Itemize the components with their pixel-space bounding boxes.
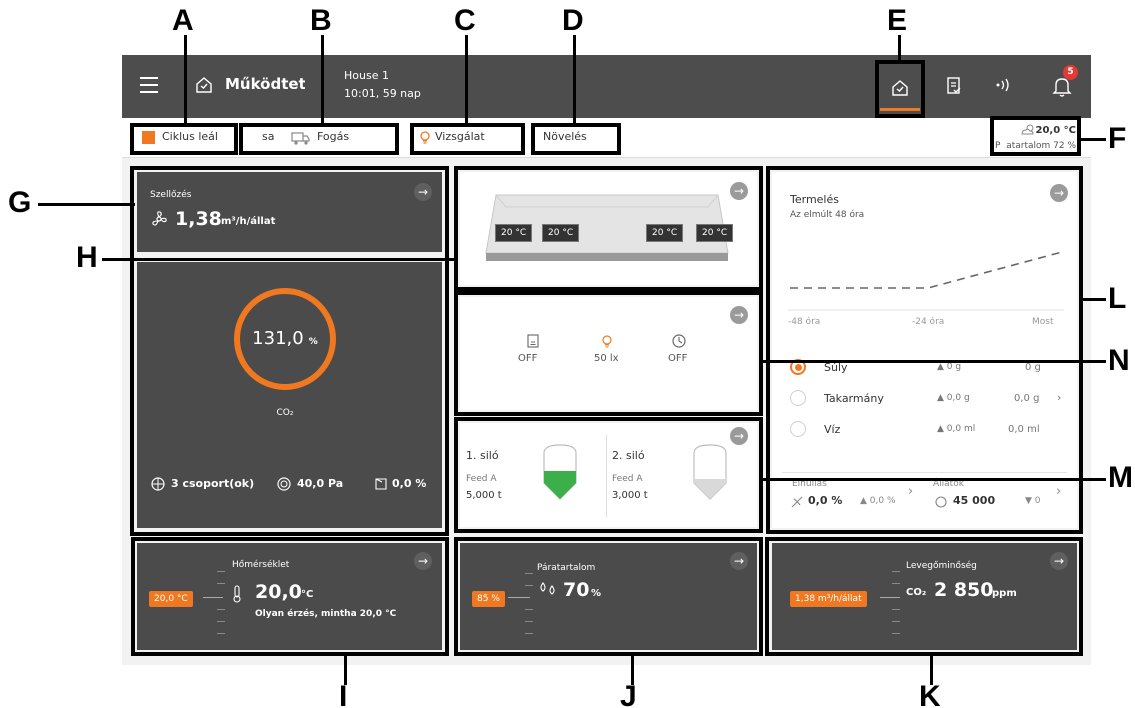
callout-letter-e: E (887, 4, 908, 37)
callout-frame-a (130, 123, 238, 155)
callout-line-e (898, 35, 901, 62)
callout-line-g (38, 203, 135, 206)
signal-icon[interactable] (992, 77, 1016, 97)
page-title: Működtetés (225, 75, 305, 93)
callout-letter-h: H (76, 241, 98, 274)
callout-frame-h (454, 166, 763, 291)
top-bar: Működtetés House 1 10:01, 59 nap 5 (122, 55, 1091, 118)
callout-letter-d: D (562, 4, 584, 37)
callout-letter-i: I (339, 680, 348, 708)
callout-frame-n (454, 291, 763, 416)
callout-line-h (102, 258, 458, 261)
home-icon (194, 75, 214, 95)
callout-letter-b: B (310, 4, 332, 37)
callout-frame-j (454, 537, 763, 656)
notification-badge: 5 (1063, 65, 1078, 80)
callout-frame-g (130, 166, 449, 536)
callout-letter-j: J (620, 680, 637, 708)
callout-frame-e (875, 60, 925, 118)
callout-line-m (762, 478, 1106, 481)
callout-frame-k (765, 537, 1083, 656)
callout-frame-i (131, 537, 449, 656)
callout-frame-f (990, 116, 1081, 156)
menu-icon[interactable] (140, 77, 158, 93)
callout-line-n (762, 360, 1106, 363)
callout-letter-c: C (454, 4, 476, 37)
callout-letter-l: L (1108, 282, 1127, 315)
callout-line-c (465, 35, 468, 125)
callout-frame-d (531, 123, 621, 155)
callout-line-d (573, 35, 576, 125)
callout-line-b (321, 35, 324, 125)
callout-letter-k: K (919, 680, 941, 708)
callout-letter-m: M (1108, 461, 1133, 494)
callout-line-a (184, 35, 187, 125)
house-name: House 1 (344, 69, 389, 82)
report-icon[interactable] (944, 76, 964, 100)
callout-letter-g: G (8, 186, 32, 219)
callout-letter-n: N (1108, 344, 1130, 377)
callout-line-l (1080, 298, 1106, 301)
callout-line-f (1080, 138, 1106, 141)
callout-letter-f: F (1108, 122, 1127, 155)
callout-frame-b (239, 123, 399, 155)
callout-frame-m (454, 417, 763, 533)
callout-frame-c (410, 123, 525, 155)
callout-letter-a: A (172, 4, 194, 37)
time-day: 10:01, 59 nap (344, 87, 421, 100)
